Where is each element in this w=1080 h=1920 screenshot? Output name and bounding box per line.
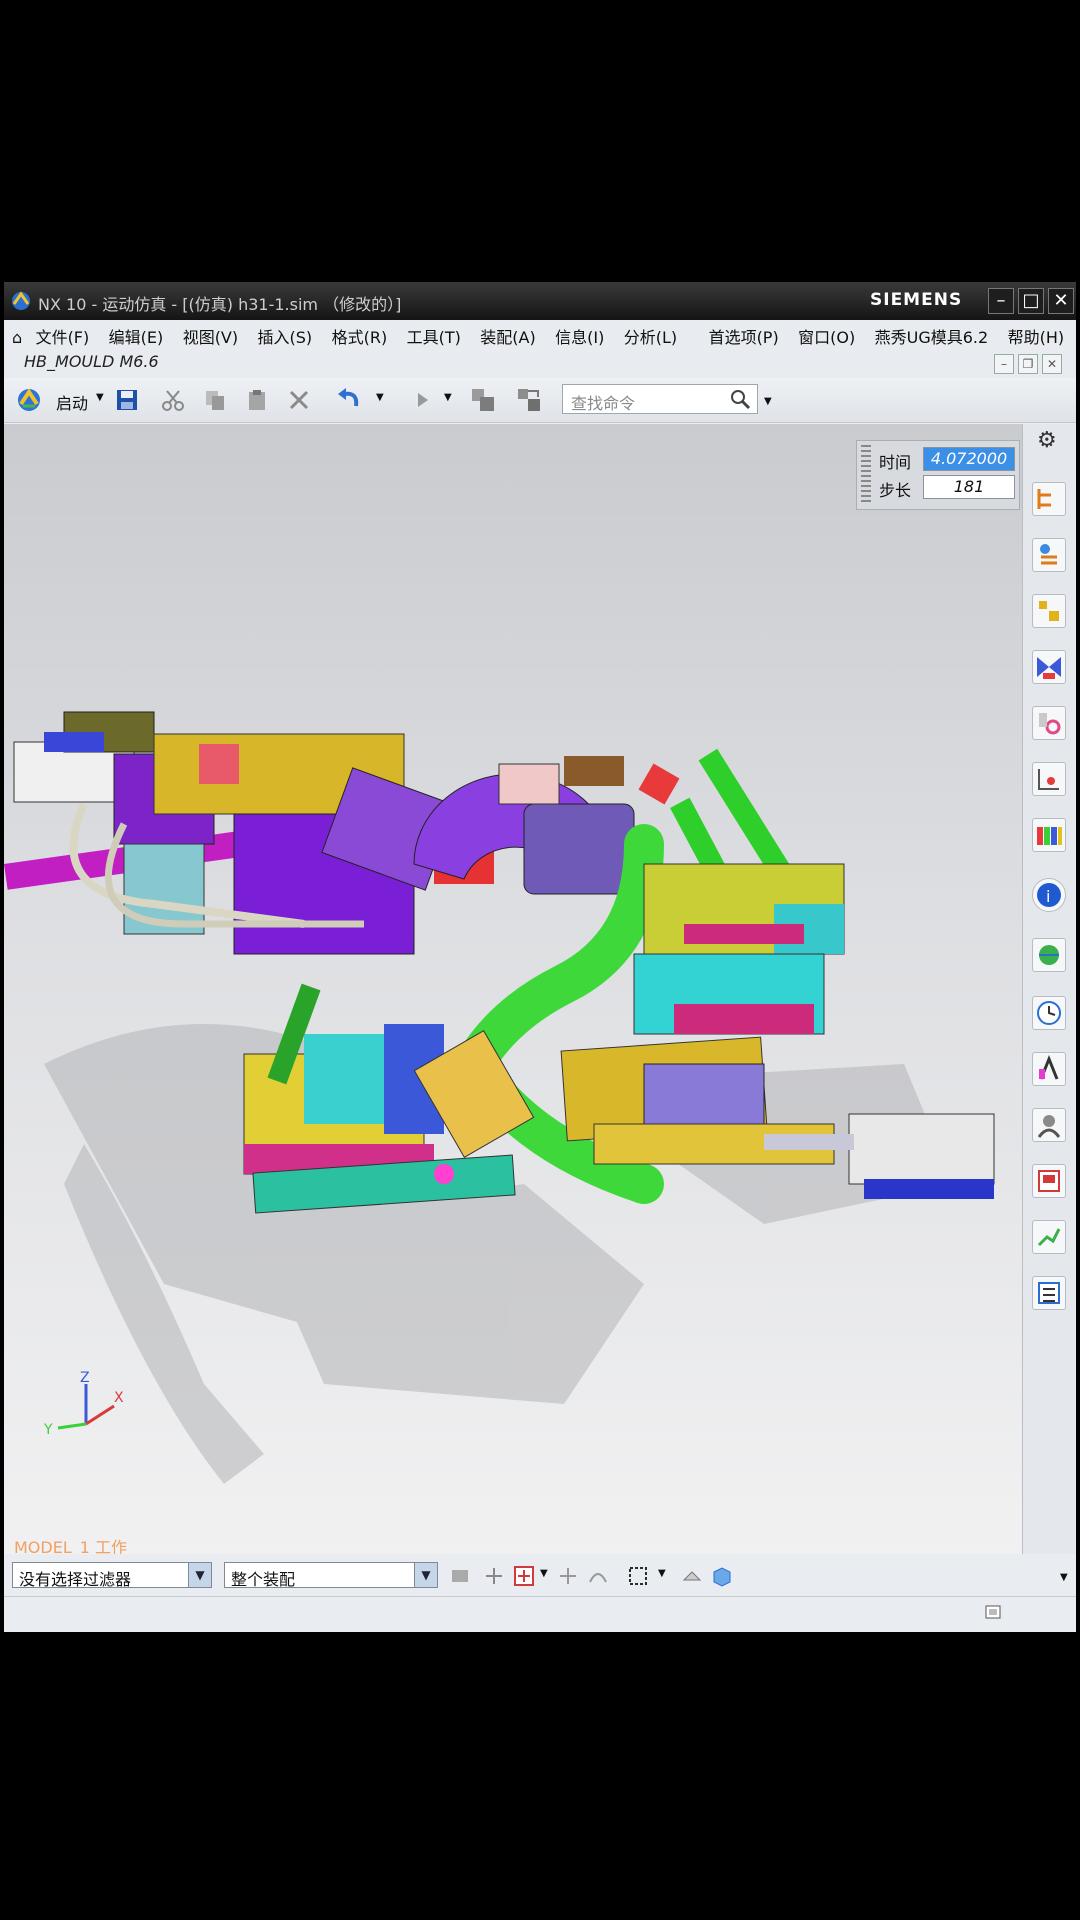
command-search-input[interactable]: 查找命令 <box>562 384 758 414</box>
selection-scope-dropdown-icon[interactable]: ▼ <box>414 1563 437 1587</box>
copy-icon[interactable] <box>200 386 230 414</box>
menu-help[interactable]: 帮助(H) <box>1008 324 1065 348</box>
snap-point-icon[interactable] <box>482 1564 506 1588</box>
close-button[interactable]: ✕ <box>1048 288 1074 314</box>
palette-icon[interactable] <box>1032 818 1066 852</box>
start-button[interactable]: 启动 <box>56 390 88 414</box>
menu-row: ⌂ 文件(F) 编辑(E) 视图(V) 插入(S) 格式(R) 工具(T) 装配… <box>12 324 1078 348</box>
delete-icon[interactable] <box>284 386 314 414</box>
constraint-navigator-icon[interactable] <box>1032 538 1066 572</box>
title-bar: NX 10 - 运动仿真 - [(仿真) h31-1.sim （修改的）] SI… <box>4 282 1076 320</box>
menu-info[interactable]: 信息(I) <box>555 324 604 348</box>
doc-minimize-button[interactable]: – <box>994 354 1014 374</box>
system-scenes-icon[interactable] <box>1032 1108 1066 1142</box>
step-field[interactable]: 181 <box>923 475 1015 499</box>
reuse-library-icon[interactable] <box>1032 706 1066 740</box>
maximize-button[interactable]: □ <box>1018 288 1044 314</box>
assembly-navigator-icon[interactable] <box>1032 482 1066 516</box>
task-list-icon[interactable] <box>1032 1276 1066 1310</box>
doc-restore-button[interactable]: ❐ <box>1018 354 1038 374</box>
menu-file[interactable]: 文件(F) <box>36 324 90 348</box>
graphics-window[interactable]: Z X Y <box>4 424 1025 1555</box>
paste-icon[interactable] <box>242 386 272 414</box>
selection-bar: 没有选择过滤器 ▼ 整个装配 ▼ ▼ ▼ ▼ <box>4 1554 1076 1632</box>
minimize-button[interactable]: – <box>988 288 1014 314</box>
part-navigator-icon[interactable] <box>1032 594 1066 628</box>
type-filter-value: 没有选择过滤器 <box>19 1570 132 1589</box>
menu-yanxiu[interactable]: 燕秀UG模具6.2 <box>875 324 989 348</box>
time-label: 时间 <box>879 453 912 472</box>
hb-mould-menu[interactable]: HB_MOULD M6.6 <box>24 352 159 371</box>
menu-home-icon[interactable]: ⌂ <box>12 328 22 347</box>
web-browser-icon[interactable] <box>1032 938 1066 972</box>
menu-assembly[interactable]: 装配(A) <box>480 324 535 348</box>
motion-navigator-icon[interactable] <box>1032 650 1066 684</box>
type-filter-dropdown-icon[interactable]: ▼ <box>188 1563 211 1587</box>
curve-select-icon[interactable] <box>586 1564 610 1588</box>
cut-icon[interactable] <box>158 386 188 414</box>
hd3d-tools-icon[interactable] <box>1032 762 1066 796</box>
siemens-logo: SIEMENS <box>870 290 963 310</box>
menu-format[interactable]: 格式(R) <box>332 324 388 348</box>
status-line <box>4 1596 1076 1627</box>
selection-scope-select[interactable]: 整个装配 ▼ <box>224 1562 438 1589</box>
add-point-icon[interactable] <box>512 1564 536 1588</box>
play-icon[interactable] <box>408 386 438 414</box>
display-mode-icon[interactable] <box>468 386 498 414</box>
save-icon[interactable] <box>112 386 142 414</box>
show-hide-icon[interactable] <box>680 1564 704 1588</box>
settings-gear-icon[interactable]: ⚙ <box>1037 428 1057 453</box>
triad-y-label: Y <box>43 1422 53 1438</box>
step-label: 步长 <box>879 481 912 500</box>
history-icon[interactable] <box>1032 996 1066 1030</box>
rectangle-select-icon[interactable] <box>626 1564 650 1588</box>
body-select-icon[interactable] <box>710 1564 734 1588</box>
toolbar-overflow-icon[interactable]: ▼ <box>764 396 772 407</box>
menu-bar: ⌂ 文件(F) 编辑(E) 视图(V) 插入(S) 格式(R) 工具(T) 装配… <box>4 320 1076 378</box>
nx-app-icon <box>12 291 30 310</box>
manufacturing-wizard-icon[interactable] <box>1032 1220 1066 1254</box>
point-dropdown-icon[interactable]: ▼ <box>540 1568 548 1579</box>
selection-scope-value: 整个装配 <box>231 1570 296 1589</box>
triad-z-label: Z <box>80 1370 90 1386</box>
animation-panel: 时间 4.072000 步长 181 <box>856 440 1020 510</box>
menu-window[interactable]: 窗口(O) <box>798 324 855 348</box>
play-dropdown-icon[interactable]: ▼ <box>444 392 452 403</box>
nx-window: NX 10 - 运动仿真 - [(仿真) h31-1.sim （修改的）] SI… <box>4 282 1076 1632</box>
type-filter-select[interactable]: 没有选择过滤器 ▼ <box>12 1562 212 1589</box>
process-studio-icon[interactable] <box>1032 1164 1066 1198</box>
standard-toolbar: 启动 ▼ ▼ ▼ 查找命令 ▼ <box>4 378 1076 423</box>
view-orient-icon[interactable] <box>514 386 544 414</box>
component-filter-icon[interactable] <box>448 1564 472 1588</box>
start-dropdown-icon[interactable]: ▼ <box>96 392 104 403</box>
select-mode-dropdown-icon[interactable]: ▼ <box>658 1568 666 1579</box>
menu-insert[interactable]: 插入(S) <box>258 324 313 348</box>
fullscreen-icon[interactable] <box>984 1603 1002 1621</box>
menu-analysis[interactable]: 分析(L) <box>624 324 677 348</box>
undo-icon[interactable] <box>334 386 364 414</box>
window-title: NX 10 - 运动仿真 - [(仿真) h31-1.sim （修改的）] <box>38 295 402 314</box>
triad-x-label: X <box>114 1390 124 1406</box>
doc-close-button[interactable]: ✕ <box>1042 354 1062 374</box>
selection-bar-overflow-icon[interactable]: ▼ <box>1060 1572 1068 1583</box>
resource-bar: ⚙ i <box>1022 424 1075 1554</box>
mold-assembly-model[interactable]: Z X Y <box>4 424 1024 1554</box>
menu-edit[interactable]: 编辑(E) <box>109 324 164 348</box>
undo-dropdown-icon[interactable]: ▼ <box>376 392 384 403</box>
info-icon[interactable]: i <box>1032 878 1066 912</box>
menu-preferences[interactable]: 首选项(P) <box>709 324 779 348</box>
start-icon[interactable] <box>14 386 44 414</box>
search-placeholder: 查找命令 <box>571 394 636 413</box>
intersection-icon[interactable] <box>556 1564 580 1588</box>
time-field[interactable]: 4.072000 <box>923 447 1015 471</box>
search-icon[interactable] <box>729 388 751 410</box>
roles-icon[interactable] <box>1032 1052 1066 1086</box>
menu-tools[interactable]: 工具(T) <box>407 324 461 348</box>
svg-text:i: i <box>1046 887 1050 906</box>
menu-view[interactable]: 视图(V) <box>183 324 238 348</box>
panel-grip-icon[interactable] <box>861 445 871 503</box>
wcs-triad: Z X Y <box>43 1370 124 1438</box>
